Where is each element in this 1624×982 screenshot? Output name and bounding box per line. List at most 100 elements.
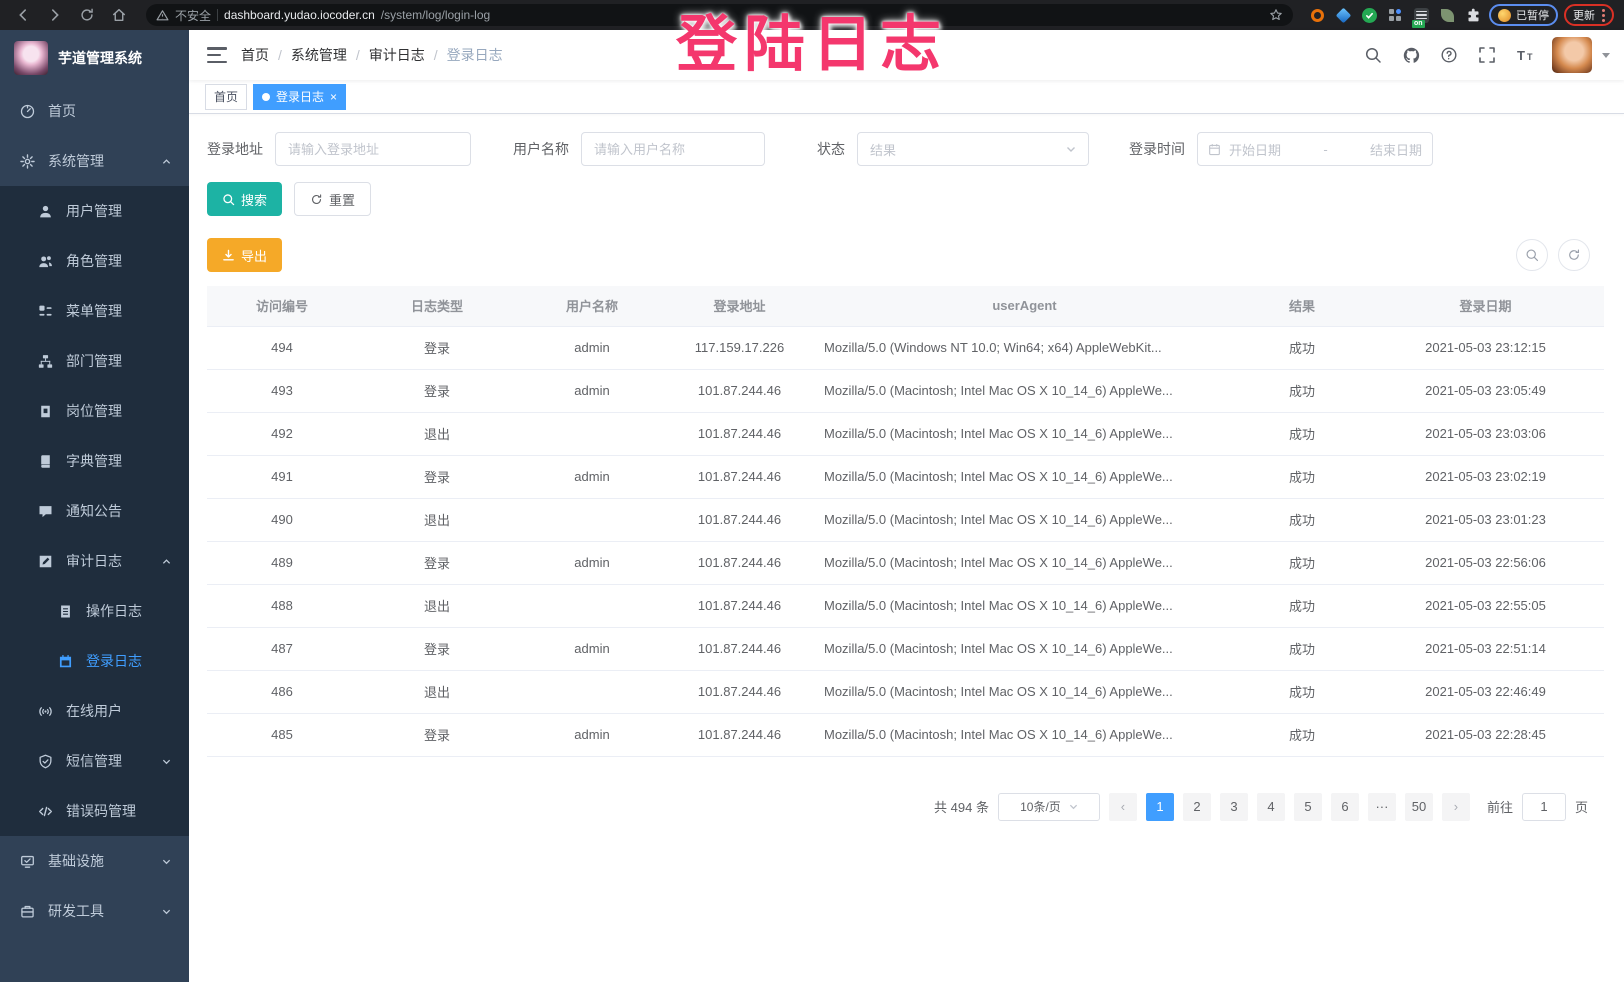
next-page-button[interactable]: › <box>1442 793 1470 821</box>
sidebar-menu: 首页 系统管理 用户管理 角色管理 菜单管理 部门管理 <box>0 86 189 936</box>
extension-list-on-icon[interactable]: on <box>1411 5 1431 25</box>
logo-image <box>14 41 48 75</box>
search-button[interactable]: 搜索 <box>207 182 282 216</box>
refresh-table-button[interactable] <box>1558 239 1590 271</box>
page-button-50[interactable]: 50 <box>1405 793 1433 821</box>
tab-home[interactable]: 首页 <box>205 84 247 110</box>
reset-button[interactable]: 重置 <box>294 182 371 216</box>
profile-paused-badge[interactable]: 已暂停 <box>1489 4 1558 26</box>
sidebar-item-operation-log[interactable]: 操作日志 <box>0 586 189 636</box>
sidebar-item-error-code-management[interactable]: 错误码管理 <box>0 786 189 836</box>
update-button[interactable]: 更新 <box>1564 4 1614 26</box>
user-avatar[interactable] <box>1552 37 1592 73</box>
page-button-5[interactable]: 5 <box>1294 793 1322 821</box>
sidebar-item-audit-log[interactable]: 审计日志 <box>0 536 189 586</box>
export-button[interactable]: 导出 <box>207 238 282 272</box>
breadcrumb-system[interactable]: 系统管理 <box>291 45 347 65</box>
page-button-3[interactable]: 3 <box>1220 793 1248 821</box>
online-users-icon <box>38 704 53 719</box>
calendar-icon <box>1208 143 1221 156</box>
hamburger-icon[interactable] <box>207 47 227 63</box>
url-bar[interactable]: 不安全 dashboard.yudao.iocoder.cn/system/lo… <box>146 4 1293 26</box>
page-button-4[interactable]: 4 <box>1257 793 1285 821</box>
status-select[interactable]: 结果 <box>857 132 1089 166</box>
sidebar-item-announcement[interactable]: 通知公告 <box>0 486 189 536</box>
extension-ring-icon[interactable] <box>1307 5 1327 25</box>
page-button-2[interactable]: 2 <box>1183 793 1211 821</box>
breadcrumb-audit-log[interactable]: 审计日志 <box>369 45 425 65</box>
goto-page-input[interactable] <box>1522 793 1566 821</box>
page-size-select[interactable]: 10条/页 <box>998 793 1100 821</box>
table-row: 488退出101.87.244.46Mozilla/5.0 (Macintosh… <box>207 584 1604 627</box>
help-icon[interactable] <box>1438 44 1460 66</box>
user-icon <box>38 204 53 219</box>
svg-text:T: T <box>1517 48 1525 63</box>
extension-grid-icon[interactable] <box>1385 5 1405 25</box>
avatar-caret-icon[interactable] <box>1602 53 1610 58</box>
more-pages-button[interactable]: ··· <box>1368 793 1396 821</box>
org-tree-icon <box>38 354 53 369</box>
extension-check-icon[interactable] <box>1359 5 1379 25</box>
app-logo[interactable]: 芋道管理系统 <box>0 30 189 86</box>
date-range-picker[interactable]: 开始日期 - 结束日期 <box>1197 132 1433 166</box>
page-button-6[interactable]: 6 <box>1331 793 1359 821</box>
sidebar-item-department-management[interactable]: 部门管理 <box>0 336 189 386</box>
home-icon[interactable] <box>106 3 132 27</box>
sidebar-item-menu-management[interactable]: 菜单管理 <box>0 286 189 336</box>
dictionary-icon <box>38 454 53 469</box>
table-row: 493登录admin101.87.244.46Mozilla/5.0 (Maci… <box>207 369 1604 412</box>
filter-form: 登录地址 用户名称 状态 结果 登录时间 <box>207 132 1604 166</box>
refresh-icon <box>1567 248 1581 262</box>
top-navbar: 首页 / 系统管理 / 审计日志 / 登录日志 TT <box>189 30 1624 80</box>
forward-icon[interactable] <box>42 3 68 27</box>
sidebar-item-role-management[interactable]: 角色管理 <box>0 236 189 286</box>
sidebar-item-system-management[interactable]: 系统管理 <box>0 136 189 186</box>
browser-menu-icon[interactable] <box>1602 9 1605 22</box>
app-title: 芋道管理系统 <box>58 48 142 68</box>
tab-close-icon[interactable]: × <box>330 91 337 103</box>
sidebar-item-user-management[interactable]: 用户管理 <box>0 186 189 236</box>
sidebar-item-online-users[interactable]: 在线用户 <box>0 686 189 736</box>
browser-toolbar: 不安全 dashboard.yudao.iocoder.cn/system/lo… <box>0 0 1624 30</box>
prev-page-button[interactable]: ‹ <box>1109 793 1137 821</box>
divider <box>217 9 218 21</box>
sidebar-item-post-management[interactable]: 岗位管理 <box>0 386 189 436</box>
github-icon[interactable] <box>1400 44 1422 66</box>
sidebar-item-sms-management[interactable]: 短信管理 <box>0 736 189 786</box>
star-icon[interactable] <box>1269 8 1283 22</box>
audit-log-icon <box>38 554 53 569</box>
extension-leaf-icon[interactable] <box>1437 5 1457 25</box>
login-address-label: 登录地址 <box>207 139 263 159</box>
badge-icon <box>38 404 53 419</box>
back-icon[interactable] <box>10 3 36 27</box>
warning-icon <box>156 9 169 22</box>
date-start[interactable]: 开始日期 <box>1229 140 1315 159</box>
extension-puzzle-icon[interactable] <box>1463 5 1483 25</box>
dashboard-icon <box>20 104 35 119</box>
svg-text:T: T <box>1527 52 1533 62</box>
date-end[interactable]: 结束日期 <box>1336 140 1422 159</box>
users-icon <box>38 254 53 269</box>
sms-shield-icon <box>38 754 53 769</box>
sidebar-item-home[interactable]: 首页 <box>0 86 189 136</box>
sidebar-item-login-log[interactable]: 登录日志 <box>0 636 189 686</box>
toggle-search-button[interactable] <box>1516 239 1548 271</box>
header-search-icon[interactable] <box>1362 44 1384 66</box>
username-input[interactable] <box>581 132 765 166</box>
refresh-icon[interactable] <box>74 3 100 27</box>
login-time-label: 登录时间 <box>1129 139 1185 159</box>
fullscreen-icon[interactable] <box>1476 44 1498 66</box>
sidebar-item-dictionary-management[interactable]: 字典管理 <box>0 436 189 486</box>
breadcrumb-home[interactable]: 首页 <box>241 45 269 65</box>
extension-diamond-icon[interactable] <box>1333 5 1353 25</box>
username-label: 用户名称 <box>513 139 569 159</box>
tab-login-log[interactable]: 登录日志 × <box>253 84 346 110</box>
page-unit: 页 <box>1575 797 1588 816</box>
font-size-icon[interactable]: TT <box>1514 44 1536 66</box>
chevron-up-icon <box>162 557 171 566</box>
sidebar-item-dev-tools[interactable]: 研发工具 <box>0 886 189 936</box>
sidebar-item-infrastructure[interactable]: 基础设施 <box>0 836 189 886</box>
login-address-input[interactable] <box>275 132 471 166</box>
refresh-icon <box>310 193 323 206</box>
page-button-1[interactable]: 1 <box>1146 793 1174 821</box>
